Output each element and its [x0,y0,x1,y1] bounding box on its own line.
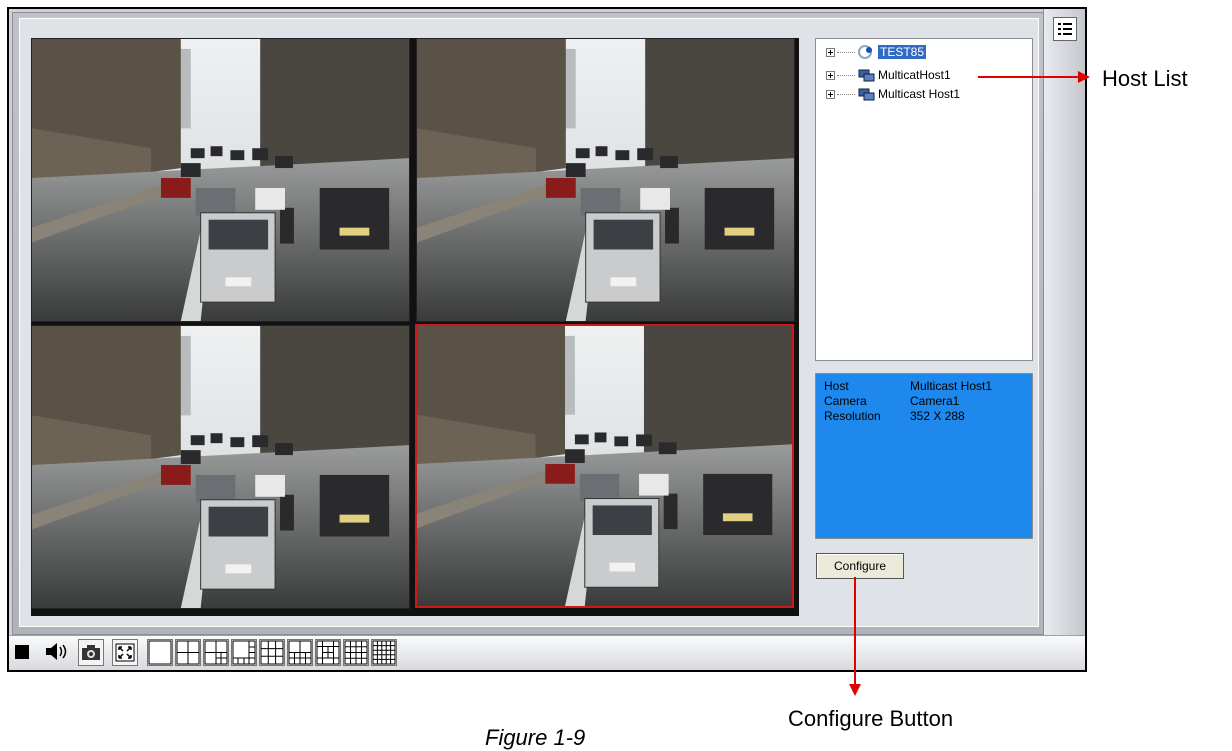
info-value: Camera1 [910,394,960,408]
layout-10-button[interactable] [287,639,313,666]
host-list-tree[interactable]: TEST85 MulticatHost1 Multicast Host1 [815,38,1033,361]
info-key: Host [824,379,849,393]
video-frame [32,39,409,321]
info-value: 352 X 288 [910,409,965,423]
info-key: Camera [824,394,867,408]
tree-connector [837,51,855,53]
fullscreen-icon [115,643,135,662]
main-panel: TEST85 MulticatHost1 Multicast Host1 Hos… [12,12,1047,635]
tree-item-label: TEST85 [878,45,927,59]
server-globe-icon [858,45,872,59]
speaker-icon [46,643,67,660]
camera-snapshot-icon [82,645,100,660]
video-grid [31,38,799,616]
tree-connector [837,74,855,76]
host-list-toggle-button[interactable] [1053,17,1077,41]
layout-13-icon [316,640,340,665]
figure-caption: Figure 1-9 [485,725,586,750]
info-row-host: Host Multicast Host1 [824,379,1024,394]
layout-8-icon [232,640,256,665]
multicast-host-icon [858,88,875,101]
layout-13-button[interactable] [315,639,341,666]
tree-item-label: Multicast Host1 [878,87,961,101]
right-side-bar [1043,9,1085,636]
layout-1-icon [148,640,172,665]
video-view-1[interactable] [31,38,410,322]
info-row-resolution: Resolution 352 X 288 [824,409,1024,424]
tree-item-test85[interactable]: TEST85 [826,43,927,61]
tree-item-multicast-host1[interactable]: Multicast Host1 [826,85,960,103]
info-row-camera: Camera Camera1 [824,394,1024,409]
list-icon [1058,23,1072,35]
tree-item-label: MulticatHost1 [878,68,951,82]
configure-arrow-head [849,684,861,696]
configure-button-callout: Configure Button [788,706,954,731]
expand-icon[interactable] [826,70,835,80]
layout-25-button[interactable] [371,639,397,666]
layout-6-button[interactable] [203,639,229,666]
info-value: Multicast Host1 [910,379,993,393]
host-list-callout: Host List [1102,66,1188,91]
camera-info-panel: Host Multicast Host1 Camera Camera1 Reso… [815,373,1033,539]
fullscreen-button[interactable] [112,639,138,666]
layout-25-icon [372,640,396,665]
video-frame [32,326,409,608]
configure-button[interactable]: Configure [816,553,904,579]
bottom-toolbar [9,635,1085,670]
video-view-2[interactable] [416,38,795,322]
viewer-window: TEST85 MulticatHost1 Multicast Host1 Hos… [7,7,1087,672]
layout-6-icon [204,640,228,665]
speaker-button[interactable] [43,639,69,666]
layout-4-button[interactable] [175,639,201,666]
multicast-host-icon [858,69,875,82]
video-frame [417,326,792,606]
info-key: Resolution [824,409,881,423]
layout-16-button[interactable] [343,639,369,666]
expand-icon[interactable] [826,89,835,99]
tree-connector [837,93,855,95]
layout-9-icon [260,640,284,665]
expand-icon[interactable] [826,47,835,57]
layout-1-button[interactable] [147,639,173,666]
video-view-3[interactable] [31,325,410,609]
layout-16-icon [344,640,368,665]
layout-9-button[interactable] [259,639,285,666]
layout-10-icon [288,640,312,665]
video-view-4[interactable] [415,324,794,608]
snapshot-button[interactable] [78,639,104,666]
tree-item-multicathost1[interactable]: MulticatHost1 [826,66,951,84]
layout-4-icon [176,640,200,665]
layout-8-button[interactable] [231,639,257,666]
stop-icon[interactable] [15,645,29,659]
video-frame [417,39,794,321]
